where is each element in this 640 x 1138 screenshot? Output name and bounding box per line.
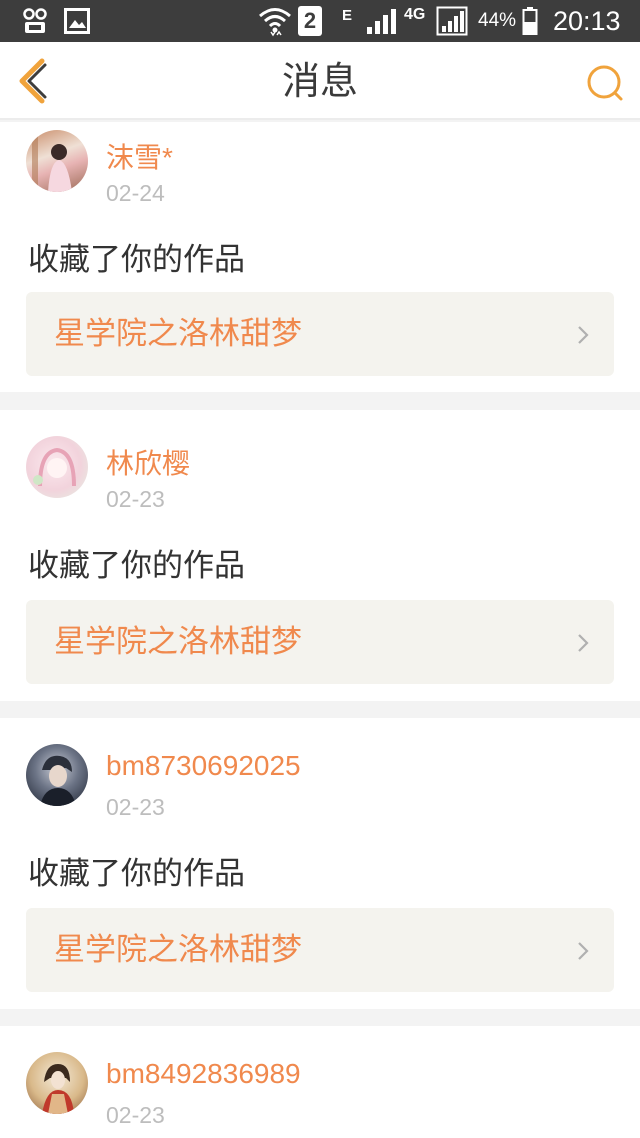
signal-strength-icon <box>366 0 398 42</box>
search-icon <box>587 65 623 101</box>
back-arrow-icon <box>19 58 47 104</box>
message-date: 02-23 <box>106 1102 165 1128</box>
sim-badge-number: 2 <box>298 6 322 36</box>
message-item: 沫雪* 02-24 收藏了你的作品 星学院之洛林甜梦 <box>0 122 640 392</box>
work-title: 星学院之洛林甜梦 <box>54 932 302 968</box>
signal-strength-2-icon <box>436 0 468 42</box>
work-link[interactable]: 星学院之洛林甜梦 <box>26 292 614 376</box>
wifi-icon <box>258 0 292 42</box>
work-title: 星学院之洛林甜梦 <box>54 316 302 352</box>
message-date: 02-23 <box>106 486 165 512</box>
avatar[interactable] <box>26 130 88 192</box>
chevron-right-icon <box>578 942 589 960</box>
avatar[interactable] <box>26 436 88 498</box>
sim-badge-icon: 2 <box>298 0 322 42</box>
status-time: 20:13 <box>553 5 621 36</box>
network-type-4g: 4G <box>404 6 426 23</box>
username[interactable]: bm8730692025 <box>106 750 301 782</box>
chevron-right-icon <box>578 634 589 652</box>
work-link[interactable]: 星学院之洛林甜梦 <box>26 600 614 684</box>
battery-percent: 44% <box>478 10 517 31</box>
gallery-notification-icon <box>64 0 90 42</box>
username[interactable]: 林欣樱 <box>106 442 190 482</box>
message-action-text: 收藏了你的作品 <box>28 242 245 278</box>
message-action-text: 收藏了你的作品 <box>28 548 245 584</box>
message-date: 02-23 <box>106 794 165 820</box>
work-link[interactable]: 星学院之洛林甜梦 <box>26 908 614 992</box>
back-button[interactable] <box>14 58 54 104</box>
avatar[interactable] <box>26 744 88 806</box>
battery-icon <box>522 0 538 42</box>
search-button[interactable] <box>584 62 626 104</box>
message-item: bm8730692025 02-23 收藏了你的作品 星学院之洛林甜梦 <box>0 718 640 1009</box>
message-item: 林欣樱 02-23 收藏了你的作品 星学院之洛林甜梦 <box>0 410 640 701</box>
page-title: 消息 <box>281 59 358 103</box>
username[interactable]: 沫雪* <box>106 136 173 176</box>
chevron-right-icon <box>578 326 589 344</box>
network-type-e: E <box>342 6 353 24</box>
avatar[interactable] <box>26 1052 88 1114</box>
message-date: 02-24 <box>106 180 165 206</box>
message-action-text: 收藏了你的作品 <box>28 856 245 892</box>
app-notification-icon <box>22 0 48 42</box>
message-list[interactable]: 沫雪* 02-24 收藏了你的作品 星学院之洛林甜梦 林欣樱 02-23 收藏了… <box>0 122 640 1138</box>
status-bar: 2 E 4G 44% 20:13 <box>0 0 640 42</box>
work-title: 星学院之洛林甜梦 <box>54 624 302 660</box>
header-bar: 消息 <box>0 42 640 120</box>
username[interactable]: bm8492836989 <box>106 1058 301 1090</box>
message-item: bm8492836989 02-23 <box>0 1026 640 1138</box>
